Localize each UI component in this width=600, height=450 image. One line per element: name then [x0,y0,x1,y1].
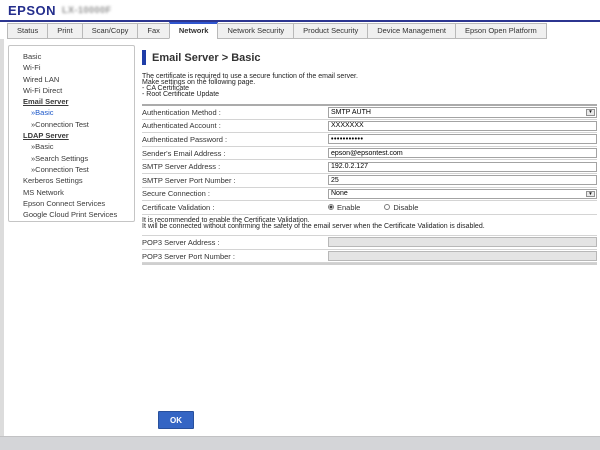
tab-product-security[interactable]: Product Security [293,23,368,39]
form-row-certificate-validation: Certificate Validation : Enable Disable [142,201,597,215]
form-row-authenticated-password: Authenticated Password : [142,133,597,147]
pop3-server-port-number-field [328,250,597,263]
form-row-pop3-server-port-number: POP3 Server Port Number : [142,250,597,264]
sidebar-item-basic[interactable]: »Basic [9,107,134,118]
left-page-margin [0,39,4,436]
authentication-method-label: Authentication Method : [142,108,328,117]
dropdown-arrow-icon[interactable]: ▼ [586,191,595,198]
page-title-text: Email Server > Basic [152,52,261,64]
authenticated-account-label: Authenticated Account : [142,121,328,130]
authentication-method-selected-value: SMTP AUTH [331,109,371,116]
app-header: EPSON LX-10000F [0,0,600,20]
pop3-server-port-number-label: POP3 Server Port Number : [142,252,328,261]
sidebar-item-basic[interactable]: »Basic [9,141,134,152]
pop3-server-port-number-input [328,251,597,261]
form-row-smtp-server-address: SMTP Server Address : [142,160,597,174]
certificate-validation-radio-enable[interactable]: Enable [328,203,360,212]
radio-selected-icon[interactable] [328,204,334,210]
sidebar-item-connection-test[interactable]: »Connection Test [9,119,134,130]
form-row-smtp-server-port-number: SMTP Server Port Number : [142,174,597,188]
sidebar-item-email-server[interactable]: Email Server [9,96,134,107]
pop3-server-address-label: POP3 Server Address : [142,238,328,247]
page-footer-strip [0,436,600,450]
tab-epson-open-platform[interactable]: Epson Open Platform [455,23,547,39]
smtp-server-address-field [328,160,597,173]
radio-unselected-icon[interactable] [384,204,390,210]
certificate-validation-radio-label-enable: Enable [337,203,360,212]
sidebar-item-ldap-server[interactable]: LDAP Server [9,130,134,141]
certificate-validation-note: It is recommended to enable the Certific… [142,218,597,230]
smtp-server-address-input[interactable] [328,162,597,172]
certificate-validation-label: Certificate Validation : [142,203,328,212]
note-line: It will be connected without confirming … [142,224,597,230]
tab-bar: StatusPrintScan/CopyFaxNetworkNetwork Se… [0,22,600,39]
certificate-validation-radio-label-disable: Disable [393,203,418,212]
ok-button[interactable]: OK [158,411,194,429]
printer-model-name: LX-10000F [62,5,112,15]
sidebar-item-connection-test[interactable]: »Connection Test [9,164,134,175]
secure-connection-selected-value: None [331,190,348,197]
sidebar-item-wi-fi[interactable]: Wi-Fi [9,62,134,73]
smtp-server-port-number-label: SMTP Server Port Number : [142,176,328,185]
page-title: Email Server > Basic [142,50,597,65]
certificate-validation-field: Enable Disable [328,201,597,214]
sender-s-email-address-field [328,147,597,160]
tab-status[interactable]: Status [7,23,48,39]
authenticated-account-input[interactable] [328,121,597,131]
dropdown-arrow-icon[interactable]: ▼ [586,109,595,116]
form-row-sender-s-email-address: Sender's Email Address : [142,147,597,161]
authentication-method-field: SMTP AUTH ▼ [328,106,597,119]
pop3-server-address-field [328,236,597,249]
sidebar-item-google-cloud-print-services[interactable]: Google Cloud Print Services [9,209,134,220]
sidebar-item-wi-fi-direct[interactable]: Wi-Fi Direct [9,85,134,96]
tab-network[interactable]: Network [169,22,219,39]
authenticated-password-label: Authenticated Password : [142,135,328,144]
secure-connection-select[interactable]: None ▼ [328,189,597,200]
authenticated-password-field [328,133,597,146]
page-description: The certificate is required to use a sec… [142,74,597,98]
form-row-pop3-server-address: POP3 Server Address : [142,236,597,250]
email-server-form: Authentication Method :SMTP AUTH▼Authent… [142,104,597,215]
form-row-secure-connection: Secure Connection :None ▼ [142,188,597,202]
form-row-authentication-method: Authentication Method :SMTP AUTH ▼ [142,106,597,120]
main-content: Email Server > Basic The certificate is … [142,50,597,265]
tab-device-management[interactable]: Device Management [367,23,456,39]
certificate-validation-radio-disable[interactable]: Disable [384,203,418,212]
form-row-authenticated-account: Authenticated Account : [142,120,597,134]
sidebar-item-kerberos-settings[interactable]: Kerberos Settings [9,175,134,186]
authenticated-password-input[interactable] [328,134,597,144]
sender-s-email-address-label: Sender's Email Address : [142,149,328,158]
authenticated-account-field [328,120,597,133]
smtp-server-address-label: SMTP Server Address : [142,162,328,171]
sidebar-nav: BasicWi-FiWired LANWi-Fi DirectEmail Ser… [8,45,135,222]
tab-network-security[interactable]: Network Security [217,23,294,39]
sidebar-item-ms-network[interactable]: MS Network [9,187,134,198]
smtp-server-port-number-input[interactable] [328,175,597,185]
secure-connection-label: Secure Connection : [142,189,328,198]
tab-print[interactable]: Print [47,23,82,39]
sidebar-item-wired-lan[interactable]: Wired LAN [9,74,134,85]
tab-scan-copy[interactable]: Scan/Copy [82,23,139,39]
sidebar-item-search-settings[interactable]: »Search Settings [9,153,134,164]
pop3-server-address-input [328,237,597,247]
pop3-form: POP3 Server Address : POP3 Server Port Nu… [142,235,597,265]
sender-s-email-address-input[interactable] [328,148,597,158]
smtp-server-port-number-field [328,174,597,187]
secure-connection-field: None ▼ [328,188,597,201]
epson-logo: EPSON [8,3,56,18]
authentication-method-select[interactable]: SMTP AUTH ▼ [328,107,597,118]
tab-fax[interactable]: Fax [137,23,170,39]
description-line: - Root Certificate Update [142,92,597,98]
title-accent-bar [142,50,146,65]
sidebar-item-epson-connect-services[interactable]: Epson Connect Services [9,198,134,209]
sidebar-item-basic[interactable]: Basic [9,51,134,62]
